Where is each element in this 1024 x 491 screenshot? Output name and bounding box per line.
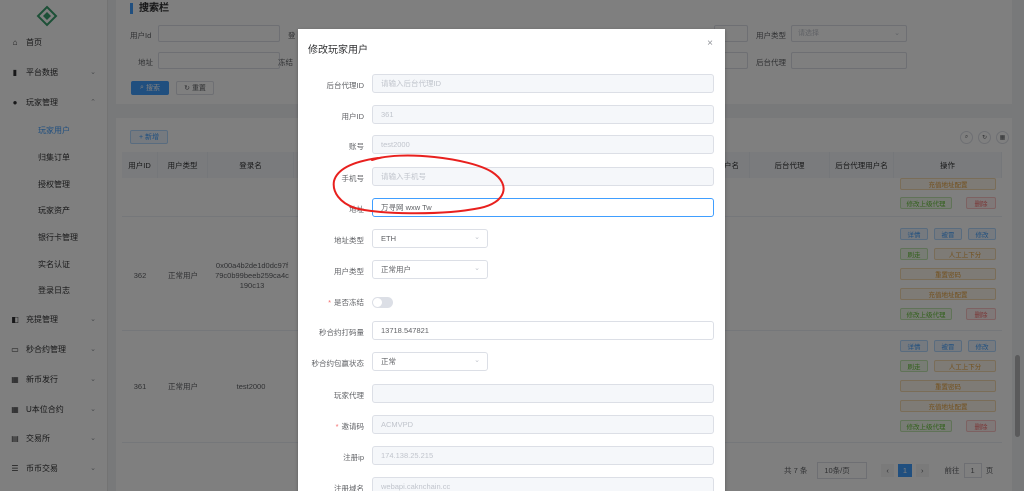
user-type-value: 正常用户	[381, 265, 411, 274]
chevron-down-icon: ⌄	[474, 265, 480, 272]
phone-input[interactable]: 请输入手机号	[372, 167, 714, 186]
backend-agent-id-label: 后台代理ID	[326, 81, 365, 90]
user-id-input: 361	[372, 105, 714, 124]
edit-player-dialog: 修改玩家用户 × 后台代理ID 请输入后台代理ID 用户ID 361 账号 te…	[298, 29, 725, 491]
sec-contract-status-label: 秒合约包赢状态	[311, 359, 365, 368]
dialog-title: 修改玩家用户	[308, 45, 368, 56]
invite-code-label-text: 邀请码	[341, 422, 365, 431]
account-label: 账号	[349, 142, 364, 151]
phone-label: 手机号	[341, 174, 365, 183]
backend-agent-id-input[interactable]: 请输入后台代理ID	[372, 74, 714, 93]
chevron-down-icon: ⌄	[474, 357, 480, 364]
is-frozen-label-text: 是否冻结	[334, 298, 364, 307]
register-ip-input: 174.138.25.215	[372, 446, 714, 465]
account-input: test2000	[372, 135, 714, 154]
sec-contract-bet-label: 秒合约打码量	[319, 328, 364, 337]
user-type-select[interactable]: 正常用户 ⌄	[372, 260, 488, 279]
address-type-label: 地址类型	[334, 236, 364, 245]
invite-code-input: ACMVPD	[372, 415, 714, 434]
address-type-value: ETH	[381, 234, 396, 243]
player-agent-input	[372, 384, 714, 403]
user-id-label: 用户ID	[341, 112, 365, 121]
is-frozen-switch[interactable]	[372, 297, 393, 308]
address-label: 地址	[349, 205, 364, 214]
chevron-down-icon: ⌄	[474, 234, 480, 241]
sec-contract-status-select[interactable]: 正常 ⌄	[372, 352, 488, 371]
close-icon[interactable]: ×	[707, 38, 713, 49]
user-type-label: 用户类型	[334, 267, 364, 276]
register-domain-label: 注册域名	[334, 484, 364, 491]
register-ip-label: 注册ip	[343, 453, 364, 462]
address-input[interactable]: 万寻网 wxw Tw	[372, 198, 714, 217]
sec-contract-status-value: 正常	[381, 357, 396, 366]
invite-code-label: * 邀请码	[335, 422, 365, 431]
is-frozen-label: * 是否冻结	[328, 298, 364, 307]
address-type-select[interactable]: ETH ⌄	[372, 229, 488, 248]
sec-contract-bet-input[interactable]: 13718.547821	[372, 321, 714, 340]
register-domain-input: webapi.caknchain.cc	[372, 477, 714, 491]
player-agent-label: 玩家代理	[334, 391, 364, 400]
